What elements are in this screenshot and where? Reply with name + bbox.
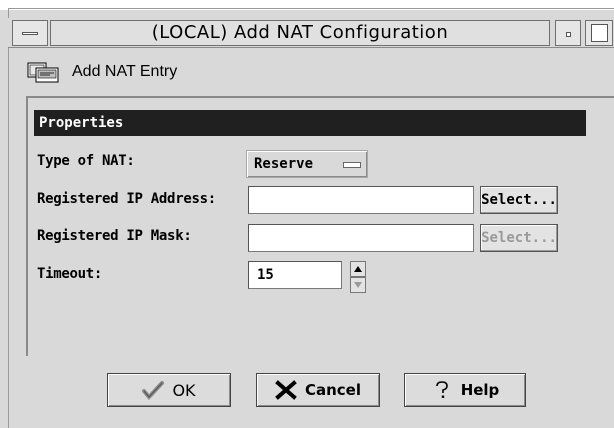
properties-content: Properties Type of NAT: Reserve Register…	[32, 106, 586, 346]
help-button[interactable]: Help	[404, 373, 526, 407]
timeout-increment-button[interactable]	[350, 261, 366, 277]
properties-panel: Properties Type of NAT: Reserve Register…	[26, 96, 614, 356]
registered-ip-address-field[interactable]	[248, 186, 474, 214]
nat-entry-icon	[26, 60, 64, 84]
window-title: (LOCAL) Add NAT Configuration	[50, 20, 550, 46]
cancel-button-label: Cancel	[304, 381, 361, 399]
cancel-button[interactable]: Cancel	[256, 373, 380, 407]
minimize-button[interactable]	[555, 20, 581, 46]
timeout-decrement-button	[350, 277, 366, 293]
window-left-edge	[8, 48, 9, 428]
properties-section-header: Properties	[34, 110, 586, 136]
timeout-label: Timeout:	[37, 266, 103, 282]
registered-ip-mask-label: Registered IP Mask:	[37, 228, 192, 244]
type-of-nat-dropdown[interactable]: Reserve	[246, 150, 368, 178]
maximize-button[interactable]	[585, 20, 613, 46]
type-of-nat-value: Reserve	[254, 156, 314, 172]
select-ip-mask-button: Select...	[480, 224, 558, 252]
registered-ip-mask-field[interactable]	[248, 224, 474, 252]
help-button-label: Help	[460, 381, 500, 399]
minimize-icon	[566, 32, 571, 37]
ok-button[interactable]: OK	[107, 373, 231, 407]
help-question-icon	[431, 380, 453, 400]
dialog-header: Add NAT Entry	[26, 58, 177, 86]
dialog-heading: Add NAT Entry	[72, 63, 178, 80]
select-ip-address-button[interactable]: Select...	[480, 186, 558, 214]
checkmark-icon	[142, 380, 165, 401]
dialog-window: (LOCAL) Add NAT Configuration Add NAT En…	[0, 0, 614, 428]
dropdown-indicator-icon	[343, 162, 361, 168]
registered-ip-address-label: Registered IP Address:	[37, 191, 216, 207]
system-menu-button[interactable]	[12, 20, 48, 46]
maximize-icon	[591, 24, 608, 42]
down-arrow-icon	[354, 282, 362, 288]
system-menu-icon	[22, 32, 38, 35]
timeout-field[interactable]: 15	[248, 261, 342, 289]
title-bar[interactable]: (LOCAL) Add NAT Configuration	[8, 18, 614, 48]
cancel-x-icon	[275, 380, 297, 400]
up-arrow-icon	[354, 266, 362, 272]
type-of-nat-label: Type of NAT:	[37, 153, 135, 169]
ok-button-label: OK	[172, 380, 196, 400]
